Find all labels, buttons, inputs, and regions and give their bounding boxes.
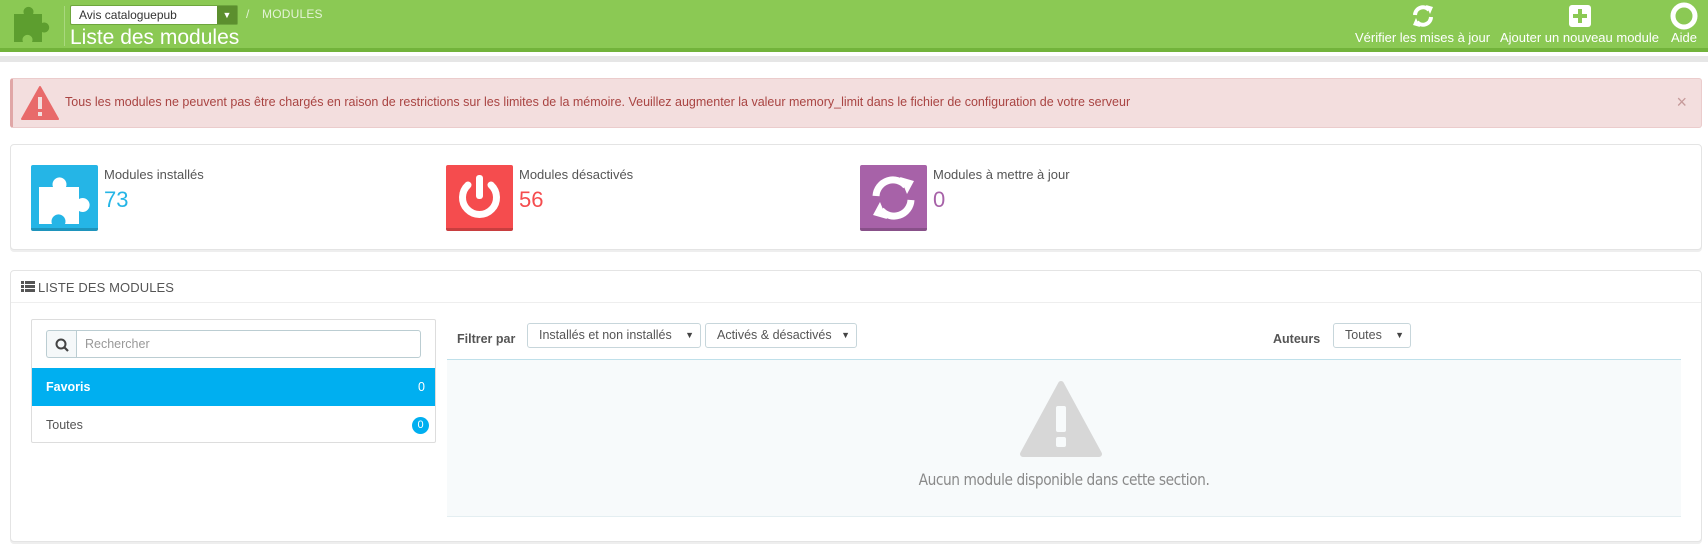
header-subbar	[0, 56, 1708, 62]
add-module-label: Ajouter un nouveau module	[1500, 30, 1660, 45]
check-updates-label: Vérifier les mises à jour	[1355, 30, 1491, 45]
empty-state: Aucun module disponible dans cette secti…	[447, 359, 1681, 517]
top-header: Avis cataloguepub ▼ / MODULES Liste des …	[0, 0, 1708, 52]
panel-heading: LISTE DES MODULES	[11, 271, 1701, 303]
authors-select[interactable]: Toutes ▼	[1333, 323, 1411, 348]
category-count: 0	[418, 380, 425, 394]
chevron-down-icon: ▼	[1395, 330, 1404, 340]
help-button[interactable]: Aide	[1670, 2, 1698, 45]
category-label: Favoris	[46, 380, 91, 394]
memory-limit-alert: Tous les modules ne peuvent pas être cha…	[10, 78, 1702, 128]
modules-stats-panel: Modules installés 73 Modules désactivés …	[10, 144, 1702, 250]
install-filter-value: Installés et non installés	[539, 328, 672, 342]
chevron-down-icon: ▼	[841, 330, 850, 340]
empty-message: Aucun module disponible dans cette secti…	[918, 470, 1210, 489]
shop-selector[interactable]: Avis cataloguepub ▼	[70, 5, 238, 25]
authors-label: Auteurs	[1273, 332, 1321, 346]
kpi-disabled-label: Modules désactivés	[519, 167, 634, 182]
page-title: Liste des modules	[70, 26, 240, 49]
lifebuoy-icon	[1670, 2, 1698, 30]
authors-value: Toutes	[1345, 328, 1382, 342]
puzzle-logo-icon[interactable]	[10, 4, 56, 44]
kpi-to-update-label: Modules à mettre à jour	[933, 167, 1070, 182]
help-label: Aide	[1670, 30, 1698, 45]
search-icon	[55, 338, 69, 352]
warning-icon	[1020, 381, 1102, 457]
category-toutes[interactable]: Toutes 0	[32, 406, 435, 444]
category-sidebar: Favoris 0 Toutes 0	[31, 319, 436, 443]
breadcrumb-separator: /	[246, 7, 250, 21]
kpi-installed-value: 73	[104, 187, 129, 212]
chevron-down-icon: ▼	[685, 330, 694, 340]
kpi-disabled-value: 56	[519, 187, 544, 212]
warning-icon	[21, 86, 59, 120]
kpi-to-update-value: 0	[933, 187, 946, 212]
search-input[interactable]	[76, 330, 421, 358]
panel-title: LISTE DES MODULES	[38, 280, 175, 295]
breadcrumb[interactable]: MODULES	[262, 7, 323, 21]
install-filter-select[interactable]: Installés et non installés ▼	[527, 323, 701, 348]
category-label: Toutes	[46, 418, 83, 432]
refresh-icon	[860, 165, 927, 231]
category-favoris[interactable]: Favoris 0	[32, 368, 435, 406]
close-icon[interactable]: ×	[1676, 92, 1687, 113]
add-module-button[interactable]: Ajouter un nouveau module	[1500, 2, 1659, 45]
status-filter-select[interactable]: Activés & désactivés ▼	[705, 323, 857, 348]
module-list-panel: LISTE DES MODULES Favoris 0 Toutes 0 Fil…	[10, 270, 1702, 542]
search-button[interactable]	[46, 330, 76, 358]
category-count-badge: 0	[412, 417, 429, 434]
puzzle-icon	[31, 165, 98, 231]
module-search	[46, 330, 421, 358]
module-results: Filtrer par Installés et non installés ▼…	[447, 319, 1695, 517]
power-icon	[446, 165, 513, 231]
list-icon	[21, 281, 35, 292]
shop-selector-value: Avis cataloguepub	[79, 8, 177, 22]
status-filter-value: Activés & désactivés	[717, 328, 832, 342]
kpi-installed-label: Modules installés	[104, 167, 204, 182]
header-divider	[64, 6, 65, 46]
refresh-icon	[1412, 5, 1433, 27]
chevron-down-icon: ▼	[217, 6, 237, 24]
alert-message: Tous les modules ne peuvent pas être cha…	[65, 95, 1131, 109]
plus-square-icon	[1568, 5, 1591, 27]
check-updates-button[interactable]: Vérifier les mises à jour	[1355, 2, 1490, 45]
filter-label: Filtrer par	[457, 332, 516, 346]
